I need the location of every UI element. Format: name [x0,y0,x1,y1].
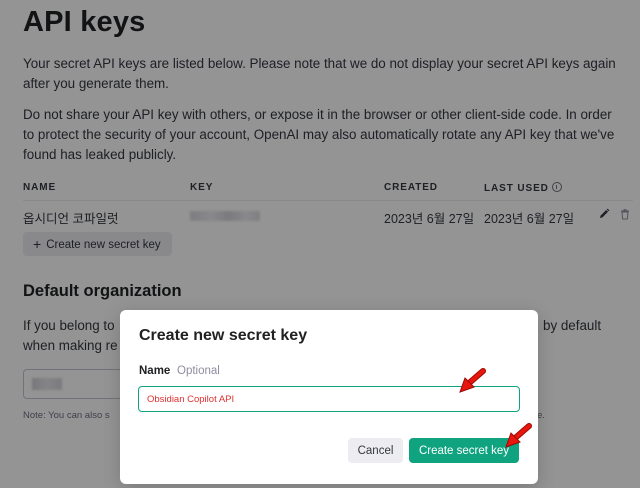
dialog-title: Create new secret key [139,327,308,344]
optional-hint: Optional [177,365,220,377]
annotation-arrow-icon [459,368,486,393]
annotation-arrow-icon [505,423,532,448]
cancel-button[interactable]: Cancel [348,438,403,463]
name-field-label: Name [139,365,171,377]
